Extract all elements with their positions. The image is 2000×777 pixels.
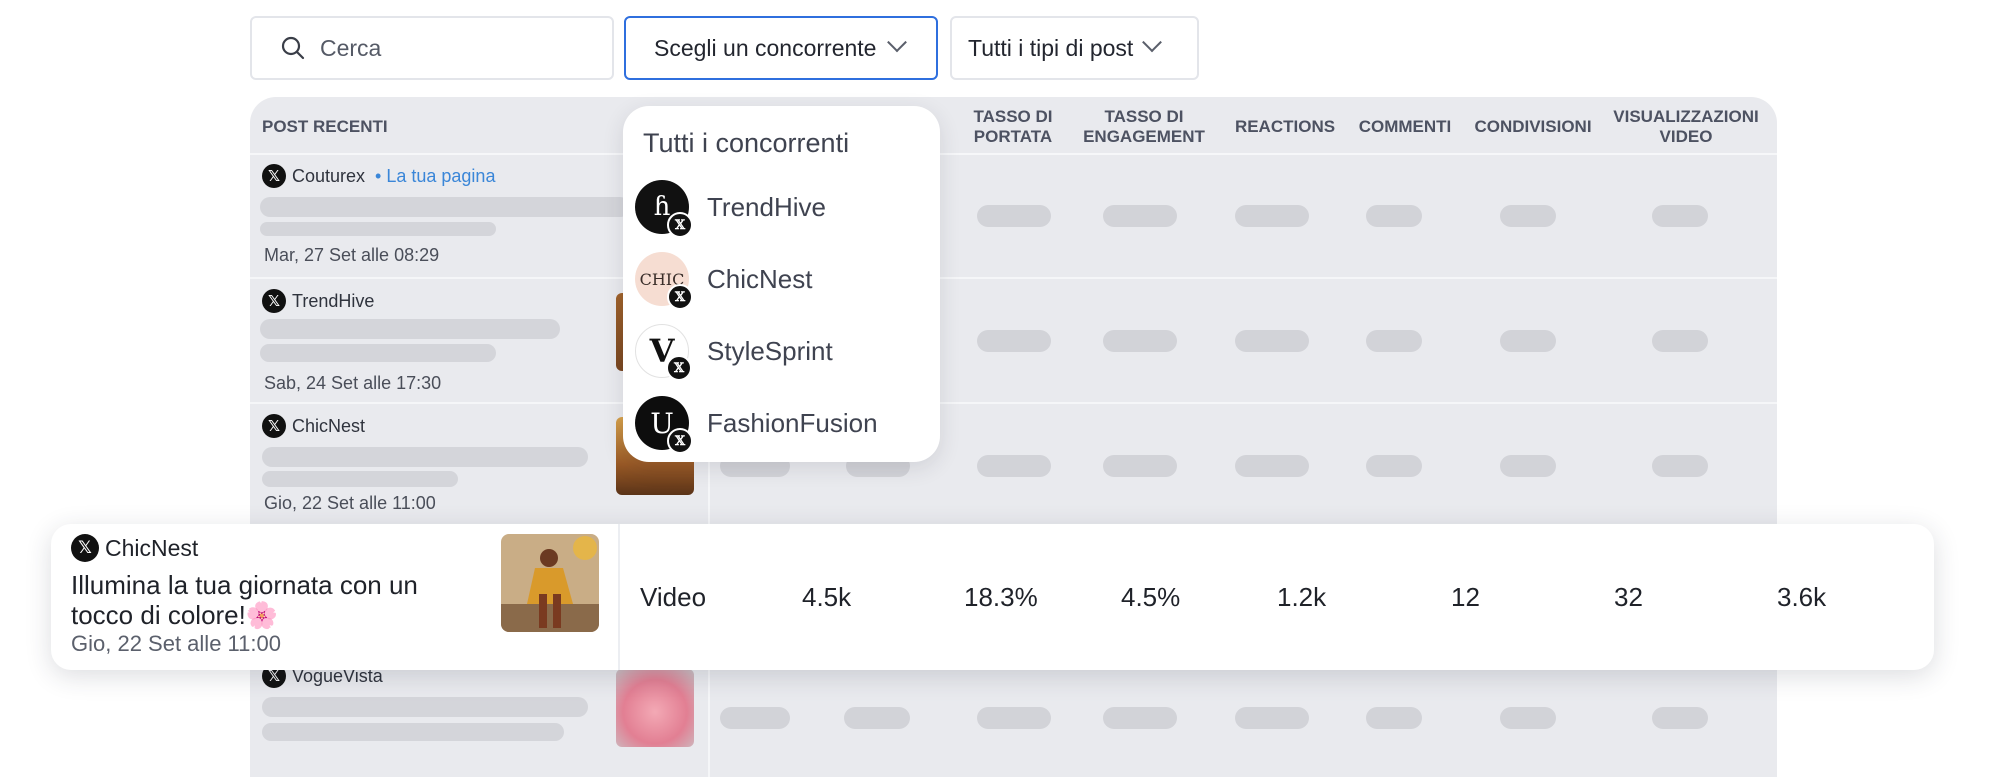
post-type-select[interactable]: Tutti i tipi di post	[950, 16, 1199, 80]
text-placeholder	[262, 447, 588, 467]
value-placeholder	[977, 205, 1051, 227]
post-account-name: ChicNest	[105, 534, 199, 561]
value-placeholder	[1366, 330, 1422, 352]
post-reactions: 1.2k	[1277, 582, 1327, 612]
x-logo-icon: 𝕏	[667, 428, 693, 454]
search-placeholder: Cerca	[320, 34, 382, 61]
trendhive-logo-icon: ɦ𝕏	[635, 180, 693, 238]
value-placeholder	[720, 707, 790, 729]
post-comments: 12	[1451, 582, 1480, 612]
post-engagement-rate: 4.5%	[1121, 582, 1181, 612]
post-thumbnail[interactable]	[501, 534, 599, 632]
text-placeholder	[262, 471, 458, 487]
search-icon	[280, 35, 306, 61]
competitor-dropdown: Tutti i concorrenti ɦ𝕏 TrendHive CHIC 𝕏 C…	[623, 106, 940, 462]
header-reach-rate: TASSO DI PORTATA	[973, 107, 1053, 146]
post-type-select-label: Tutti i tipi di post	[968, 34, 1134, 61]
chicnest-logo-icon: CHIC 𝕏	[635, 252, 693, 310]
fashionfusion-logo-icon: U𝕏	[635, 396, 693, 454]
x-logo-icon: 𝕏	[71, 534, 99, 562]
dropdown-item-label: TrendHive	[707, 191, 826, 222]
dropdown-item-trendhive[interactable]: ɦ𝕏 TrendHive	[635, 178, 925, 238]
header-reactions: REACTIONS	[1234, 117, 1336, 136]
value-placeholder	[1652, 455, 1708, 477]
dropdown-item-label: ChicNest	[707, 263, 813, 294]
row-date: Sab, 24 Set alle 17:30	[264, 373, 442, 393]
value-placeholder	[844, 707, 910, 729]
x-logo-icon: 𝕏	[667, 284, 693, 310]
competitor-select-label: Scegli un concorrente	[654, 34, 877, 61]
table-header: POST RECENTI TASSO DI PORTATA TASSO DI E…	[250, 97, 1777, 155]
text-placeholder	[262, 723, 564, 741]
post-shares: 32	[1614, 582, 1643, 612]
value-placeholder	[1103, 455, 1177, 477]
header-comments: COMMENTI	[1358, 117, 1452, 136]
value-placeholder	[1652, 205, 1708, 227]
highlighted-post-row[interactable]: 𝕏 ChicNest Illumina la tua giornata con …	[51, 524, 1934, 670]
row-divider	[250, 402, 1777, 404]
row-divider	[250, 277, 1777, 279]
x-logo-icon: 𝕏	[667, 212, 693, 238]
post-thumbnail[interactable]	[616, 669, 694, 747]
value-placeholder	[1652, 707, 1708, 729]
own-page-badge[interactable]: • La tua pagina	[375, 166, 495, 187]
post-date: Gio, 22 Set alle 11:00	[71, 631, 281, 656]
row-date: Mar, 27 Set alle 08:29	[264, 245, 440, 265]
value-placeholder	[1366, 205, 1422, 227]
post-type: Video	[640, 582, 707, 612]
competitor-select[interactable]: Scegli un concorrente	[624, 16, 938, 80]
x-logo-icon: 𝕏	[262, 414, 286, 438]
value-placeholder	[1235, 455, 1309, 477]
dropdown-item-fashionfusion[interactable]: U𝕏 FashionFusion	[635, 394, 925, 454]
x-logo-icon: 𝕏	[666, 355, 692, 381]
header-engagement-rate: TASSO DI ENGAGEMENT	[1083, 107, 1205, 146]
dropdown-item-label: StyleSprint	[707, 335, 833, 366]
dropdown-item-label: FashionFusion	[707, 407, 878, 438]
value-placeholder	[977, 330, 1051, 352]
value-placeholder	[1235, 330, 1309, 352]
column-divider	[618, 524, 620, 670]
value-placeholder	[1366, 707, 1422, 729]
header-recent-posts: POST RECENTI	[262, 117, 388, 136]
value-placeholder	[1235, 205, 1309, 227]
value-placeholder	[1500, 330, 1556, 352]
value-placeholder	[1103, 707, 1177, 729]
value-placeholder	[1500, 707, 1556, 729]
search-input[interactable]: Cerca	[250, 16, 614, 80]
post-video-views: 3.6k	[1777, 582, 1827, 612]
row-account-name: TrendHive	[292, 290, 375, 311]
text-placeholder	[260, 344, 496, 362]
row-date: Gio, 22 Set alle 11:00	[264, 493, 436, 513]
text-placeholder	[260, 222, 496, 236]
x-logo-icon: 𝕏	[262, 289, 286, 313]
value-placeholder	[977, 455, 1051, 477]
x-logo-icon: 𝕏	[262, 164, 286, 188]
post-text: Illumina la tua giornata con un tocco di…	[71, 570, 418, 630]
value-placeholder	[1103, 330, 1177, 352]
stylesprint-logo-icon: V𝕏	[635, 324, 692, 381]
chevron-down-icon	[1142, 32, 1163, 53]
dropdown-title: Tutti i concorrenti	[643, 128, 850, 158]
header-shares: CONDIVISIONI	[1474, 117, 1592, 136]
text-placeholder	[260, 319, 560, 339]
value-placeholder	[1235, 707, 1309, 729]
text-placeholder	[260, 197, 630, 217]
post-reach-rate: 18.3%	[964, 582, 1038, 612]
text-placeholder	[262, 697, 588, 717]
value-placeholder	[1366, 455, 1422, 477]
header-video-views: VISUALIZZAZIONI VIDEO	[1613, 107, 1759, 146]
dropdown-item-chicnest[interactable]: CHIC 𝕏 ChicNest	[635, 250, 925, 310]
posts-table: POST RECENTI TASSO DI PORTATA TASSO DI E…	[250, 97, 1777, 777]
dropdown-item-stylesprint[interactable]: V𝕏 StyleSprint	[635, 322, 925, 381]
value-placeholder	[977, 707, 1051, 729]
value-placeholder	[1500, 455, 1556, 477]
value-placeholder	[1500, 205, 1556, 227]
post-reach: 4.5k	[802, 582, 852, 612]
chevron-down-icon	[887, 32, 908, 53]
value-placeholder	[1652, 330, 1708, 352]
row-account-name: ChicNest	[292, 415, 366, 436]
row-account-name: Couturex	[292, 165, 366, 186]
value-placeholder	[1103, 205, 1177, 227]
